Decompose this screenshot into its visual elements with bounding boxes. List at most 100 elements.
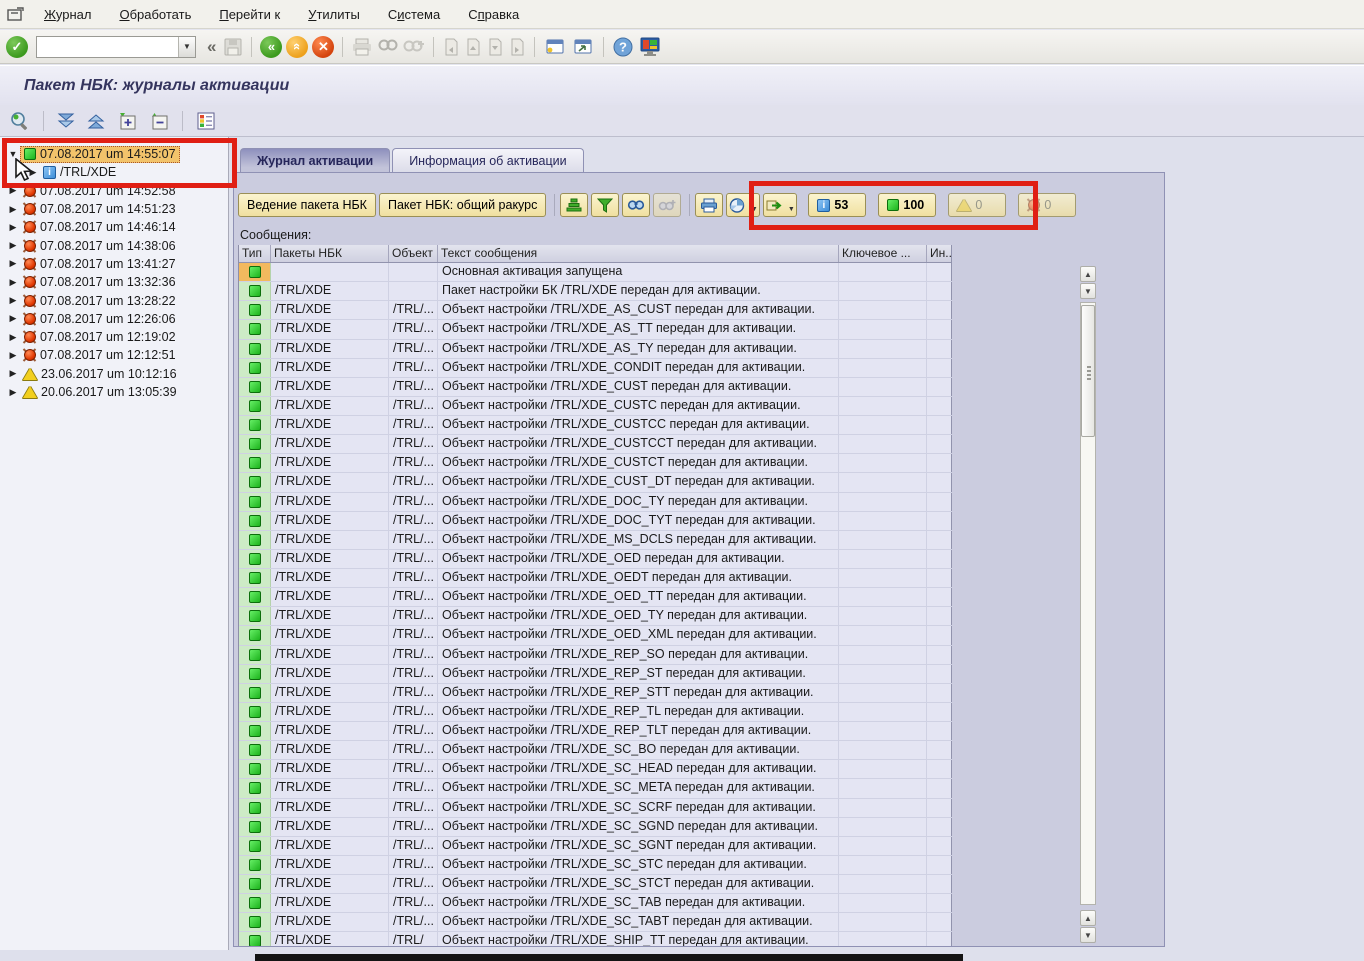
tree-item[interactable]: ▶07.08.2017 um 12:19:02 (0, 328, 228, 346)
back-icon[interactable]: « (260, 36, 282, 58)
expand-arrow-icon[interactable]: ▶ (6, 240, 20, 251)
help-icon[interactable]: ? (612, 36, 634, 58)
print-button[interactable] (695, 193, 723, 217)
table-row[interactable]: /TRL/XDE/TRL/...Объект настройки /TRL/XD… (239, 301, 952, 320)
menu-goto[interactable]: Перейти к (205, 0, 294, 29)
table-row[interactable]: /TRL/XDE/TRL/...Объект настройки /TRL/XD… (239, 397, 952, 416)
menu-utilities[interactable]: Утилиты (294, 0, 374, 29)
column-header[interactable]: Ин... (927, 245, 952, 262)
menu-system[interactable]: Система (374, 0, 454, 29)
package-overview-button[interactable]: Пакет НБК: общий ракурс (379, 193, 546, 217)
find-button[interactable] (622, 193, 650, 217)
table-row[interactable]: /TRL/XDE/TRL/...Объект настройки /TRL/XD… (239, 473, 952, 492)
expand-node-icon[interactable] (115, 110, 139, 132)
table-row[interactable]: /TRL/XDE/TRL/...Объект настройки /TRL/XD… (239, 779, 952, 798)
table-row[interactable]: /TRL/XDE/TRL/...Объект настройки /TRL/XD… (239, 837, 952, 856)
table-row[interactable]: /TRL/XDE/TRL/...Объект настройки /TRL/XD… (239, 741, 952, 760)
table-row[interactable]: /TRL/XDE/TRL/...Объект настройки /TRL/XD… (239, 856, 952, 875)
success-count-button[interactable]: 100 (878, 193, 936, 217)
column-header[interactable]: Ключевое ... (839, 245, 927, 262)
find-icon[interactable] (377, 37, 399, 57)
collapse-node-icon[interactable] (147, 110, 171, 132)
expand-arrow-icon[interactable]: ▶ (6, 185, 20, 196)
expand-arrow-icon[interactable]: ▶ (6, 258, 20, 269)
table-row[interactable]: /TRL/XDE/TRL/...Объект настройки /TRL/XD… (239, 512, 952, 531)
expand-arrow-icon[interactable]: ▶ (6, 387, 20, 398)
find-next-button[interactable] (653, 193, 681, 217)
enter-icon[interactable]: ✓ (6, 36, 28, 58)
table-row[interactable]: /TRL/XDE/TRL/...Объект настройки /TRL/XD… (239, 493, 952, 512)
table-row[interactable]: /TRL/XDE/TRL/...Объект настройки /TRL/XD… (239, 913, 952, 932)
scroll-down-bottom-icon[interactable]: ▼ (1080, 927, 1096, 943)
tree-item[interactable]: ▶07.08.2017 um 14:46:14 (0, 218, 228, 236)
expand-arrow-icon[interactable]: ▶ (6, 332, 20, 343)
scrollbar-track[interactable] (1080, 302, 1096, 905)
filter-button[interactable] (591, 193, 619, 217)
tree-item[interactable]: ▶/TRL/XDE (0, 163, 228, 181)
expand-arrow-icon[interactable]: ▶ (6, 350, 20, 361)
command-dropdown-icon[interactable]: ▼ (178, 37, 195, 57)
export-dropdown-icon[interactable]: ▼ (788, 206, 795, 213)
menu-help[interactable]: Справка (454, 0, 533, 29)
column-header[interactable]: Тип (239, 245, 271, 262)
sort-button[interactable] (560, 193, 588, 217)
table-row[interactable]: /TRL/XDE/TRL/...Объект настройки /TRL/XD… (239, 359, 952, 378)
tree-item[interactable]: ▶23.06.2017 um 10:12:16 (0, 365, 228, 383)
table-row[interactable]: /TRL/XDE/TRL/...Объект настройки /TRL/XD… (239, 875, 952, 894)
expand-arrow-icon[interactable]: ▶ (26, 167, 40, 178)
table-row[interactable]: /TRL/XDE/TRL/...Объект настройки /TRL/XD… (239, 569, 952, 588)
expand-arrow-icon[interactable]: ▶ (6, 313, 20, 324)
table-row[interactable]: /TRL/XDE/TRL/...Объект настройки /TRL/XD… (239, 378, 952, 397)
table-row[interactable]: /TRL/XDE/TRL/...Объект настройки /TRL/XD… (239, 607, 952, 626)
command-input[interactable] (37, 37, 178, 57)
collapse-arrow-icon[interactable]: ▼ (6, 149, 20, 159)
scroll-up-icon[interactable]: ▲ (1080, 266, 1096, 282)
first-page-icon[interactable] (442, 37, 460, 57)
table-row[interactable]: /TRL/XDE/TRL/...Объект настройки /TRL/XD… (239, 665, 952, 684)
scroll-up-bottom-icon[interactable]: ▲ (1080, 910, 1096, 926)
table-row[interactable]: /TRL/XDE/TRL/...Объект настройки /TRL/XD… (239, 416, 952, 435)
tree-item[interactable]: ▶07.08.2017 um 13:32:36 (0, 273, 228, 291)
tab-activation-log[interactable]: Журнал активации (240, 148, 390, 172)
views-dropdown-icon[interactable]: ▼ (751, 206, 758, 213)
table-row[interactable]: /TRL/XDE/TRL/...Объект настройки /TRL/XD… (239, 550, 952, 569)
system-menu-icon[interactable] (0, 7, 30, 22)
refresh-display-icon[interactable] (8, 110, 32, 132)
expand-arrow-icon[interactable]: ▶ (6, 222, 20, 233)
table-row[interactable]: /TRL/XDE/TRL/...Объект настройки /TRL/XD… (239, 722, 952, 741)
table-row[interactable]: /TRL/XDE/TRL/...Объект настройки /TRL/XD… (239, 454, 952, 473)
prev-page-icon[interactable] (464, 37, 482, 57)
scrollbar-thumb[interactable] (1081, 305, 1095, 437)
table-row[interactable]: Основная активация запущена (239, 263, 952, 282)
new-session-icon[interactable] (543, 37, 567, 57)
tree-item[interactable]: ▶07.08.2017 um 13:41:27 (0, 255, 228, 273)
customize-layout-icon[interactable] (638, 36, 662, 58)
exit-icon[interactable]: « (286, 36, 308, 58)
print-icon[interactable] (351, 37, 373, 57)
warning-count-button[interactable]: 0 (948, 193, 1006, 217)
table-row[interactable]: /TRL/XDE/TRL/...Объект настройки /TRL/XD… (239, 626, 952, 645)
create-shortcut-icon[interactable] (571, 37, 595, 57)
table-row[interactable]: /TRL/XDE/TRL/...Объект настройки /TRL/XD… (239, 531, 952, 550)
table-row[interactable]: /TRL/XDE/TRL/...Объект настройки /TRL/XD… (239, 588, 952, 607)
maintain-package-button[interactable]: Ведение пакета НБК (238, 193, 376, 217)
table-row[interactable]: /TRL/XDE/TRL/Объект настройки /TRL/XDE_S… (239, 932, 952, 946)
menu-journal[interactable]: Журнал (30, 0, 105, 29)
column-header[interactable]: Пакеты НБК (271, 245, 389, 262)
find-next-icon[interactable] (403, 37, 425, 57)
table-row[interactable]: /TRL/XDE/TRL/...Объект настройки /TRL/XD… (239, 646, 952, 665)
tree-item[interactable]: ▶07.08.2017 um 14:38:06 (0, 236, 228, 254)
menu-edit[interactable]: Обработать (105, 0, 205, 29)
tree-item[interactable]: ▶07.08.2017 um 12:26:06 (0, 310, 228, 328)
tree-item[interactable]: ▶07.08.2017 um 14:52:58 (0, 182, 228, 200)
last-page-icon[interactable] (508, 37, 526, 57)
export-button[interactable]: ▼ (763, 193, 797, 217)
scroll-down-icon[interactable]: ▼ (1080, 283, 1096, 299)
table-row[interactable]: /TRL/XDE/TRL/...Объект настройки /TRL/XD… (239, 684, 952, 703)
expand-arrow-icon[interactable]: ▶ (6, 204, 20, 215)
legend-icon[interactable] (194, 110, 218, 132)
tree-item[interactable]: ▼07.08.2017 um 14:55:07 (0, 145, 228, 163)
tree-item[interactable]: ▶07.08.2017 um 14:51:23 (0, 200, 228, 218)
expand-arrow-icon[interactable]: ▶ (6, 277, 20, 288)
info-count-button[interactable]: 53 (808, 193, 866, 217)
